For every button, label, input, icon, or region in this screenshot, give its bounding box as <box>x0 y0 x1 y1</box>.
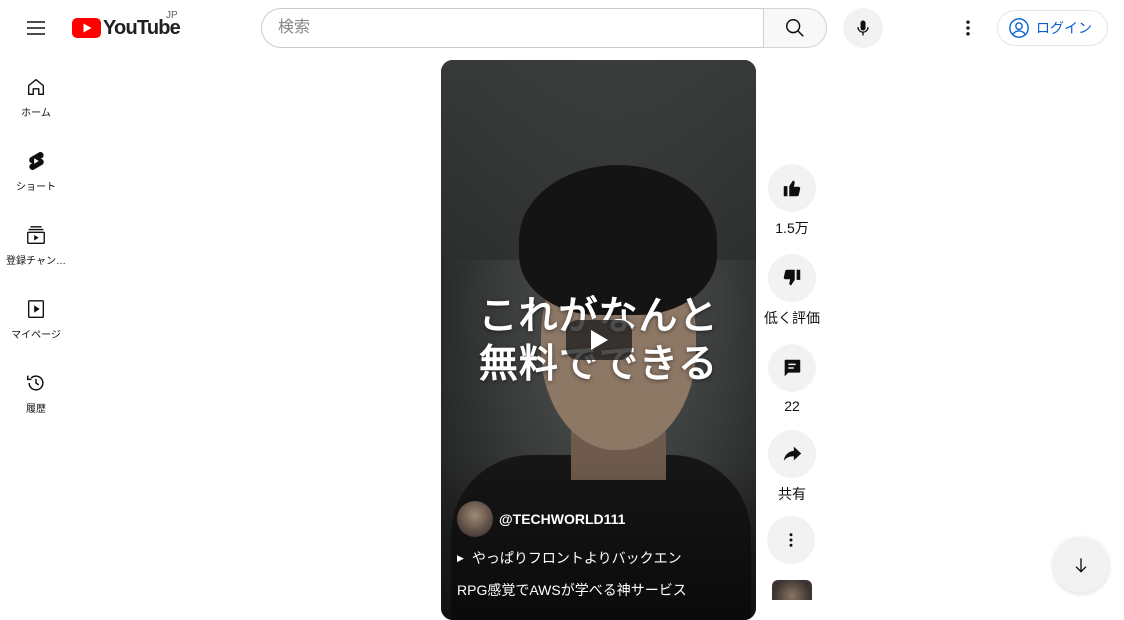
shorts-player[interactable]: これがなんと 無料でできる @TECHWORLD111 ▶ やっぱりフロントより… <box>441 60 756 620</box>
region-code: JP <box>166 10 178 21</box>
vertical-dots-icon <box>966 20 970 36</box>
top-bar: YouTube JP ログイン <box>0 0 1124 56</box>
menu-icon[interactable] <box>16 8 56 48</box>
login-label: ログイン <box>1036 20 1092 36</box>
search-input[interactable] <box>261 8 764 48</box>
home-icon <box>27 78 45 96</box>
login-button[interactable]: ログイン <box>997 10 1108 46</box>
sidebar-item-label: 履歴 <box>26 404 46 415</box>
sidebar-item-label: ホーム <box>21 108 51 119</box>
dislike-label: 低く評価 <box>764 310 820 326</box>
youtube-play-logo-icon <box>72 18 101 38</box>
settings-more-button[interactable] <box>948 8 988 48</box>
sidebar-item-library[interactable]: マイページ <box>0 278 72 352</box>
comments-button[interactable] <box>768 344 816 392</box>
sidebar-item-subscriptions[interactable]: 登録チャン… <box>0 204 72 278</box>
share-action: 共有 <box>767 430 817 504</box>
next-video-button[interactable] <box>1053 537 1109 593</box>
youtube-logo[interactable]: YouTube JP <box>72 10 181 42</box>
dislike-button[interactable] <box>768 254 816 302</box>
voice-search-button[interactable] <box>843 8 883 48</box>
shorts-icon <box>29 151 44 171</box>
thumbs-up-icon <box>783 180 801 197</box>
channel-info[interactable]: @TECHWORLD111 <box>457 501 625 537</box>
sidebar-item-label: 登録チャン… <box>6 256 66 267</box>
dislike-action: 低く評価 <box>764 254 820 328</box>
search-bar <box>261 8 827 48</box>
history-icon <box>27 375 44 391</box>
account-circle-icon <box>1009 18 1029 38</box>
thumbs-down-icon <box>783 269 801 286</box>
share-icon <box>783 446 802 461</box>
channel-name[interactable]: @TECHWORLD111 <box>499 511 625 527</box>
like-action: 1.5万 <box>767 164 817 238</box>
subscriptions-icon <box>27 226 45 244</box>
guide-sidebar: ホーム ショート 登録チャン… マイページ 履歴 <box>0 56 72 426</box>
comment-count: 22 <box>784 398 800 414</box>
sidebar-item-home[interactable]: ホーム <box>0 56 72 130</box>
play-button[interactable] <box>566 320 632 360</box>
play-icon <box>591 330 608 350</box>
comment-icon <box>784 359 801 377</box>
library-icon <box>27 300 45 318</box>
share-label: 共有 <box>778 486 806 502</box>
sound-thumbnail[interactable] <box>772 580 812 600</box>
action-column: 1.5万 低く評価 22 共有 <box>764 164 820 520</box>
microphone-icon <box>857 20 869 36</box>
sidebar-item-label: ショート <box>16 182 56 193</box>
search-button[interactable] <box>763 8 827 48</box>
sidebar-item-label: マイページ <box>11 330 61 341</box>
share-button[interactable] <box>768 430 816 478</box>
sidebar-item-shorts[interactable]: ショート <box>0 130 72 204</box>
like-count: 1.5万 <box>775 220 809 236</box>
search-icon <box>786 19 804 37</box>
vertical-dots-icon <box>789 533 793 547</box>
sidebar-item-history[interactable]: 履歴 <box>0 352 72 426</box>
music-link[interactable]: ▶ やっぱりフロントよりバックエン <box>457 548 682 568</box>
music-play-icon: ▶ <box>457 552 464 563</box>
comment-action: 22 <box>767 344 817 414</box>
music-title: やっぱりフロントよりバックエン <box>471 550 682 566</box>
like-button[interactable] <box>768 164 816 212</box>
more-actions-button[interactable] <box>767 516 815 564</box>
channel-avatar[interactable] <box>457 501 493 537</box>
arrow-down-icon <box>1075 558 1087 573</box>
video-caption[interactable]: RPG感覚でAWSが学べる神サービス <box>457 580 687 600</box>
